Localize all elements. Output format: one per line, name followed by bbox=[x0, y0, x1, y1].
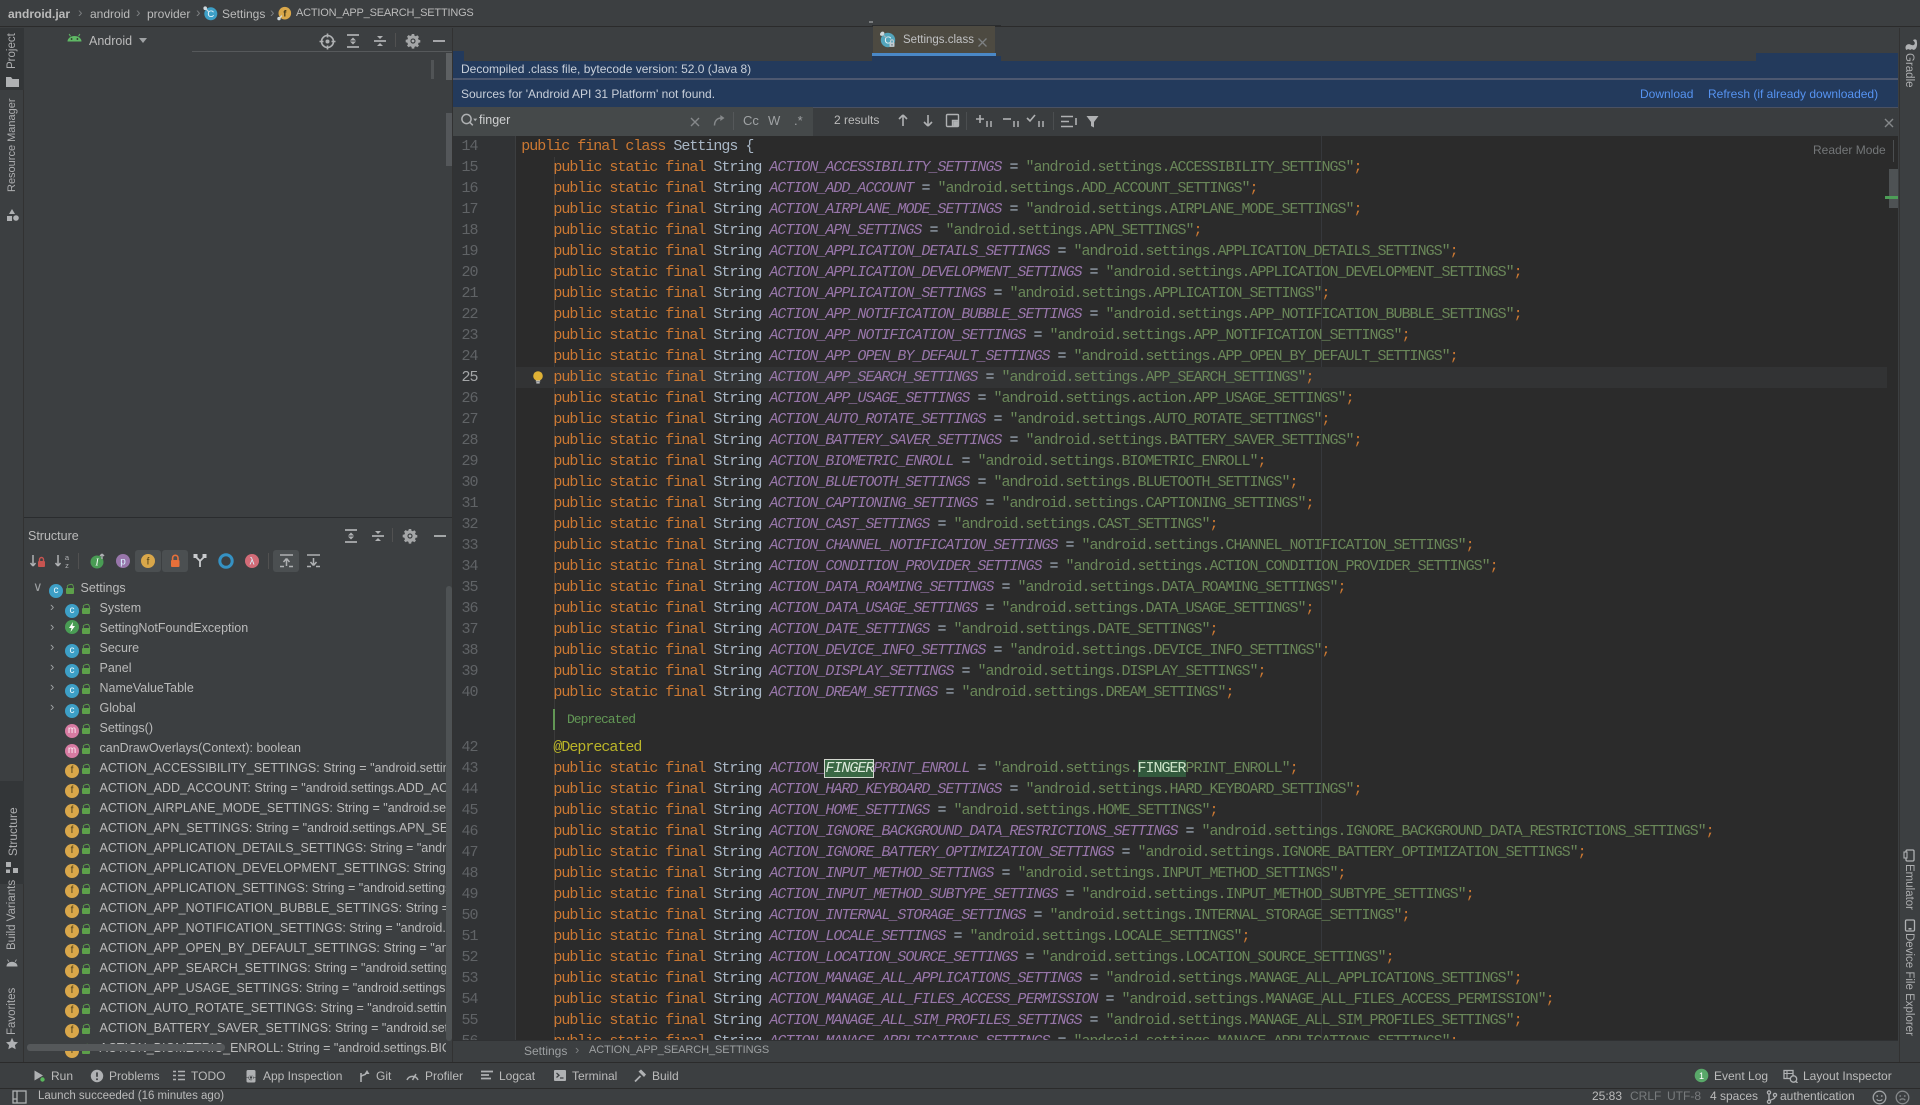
svg-text:1: 1 bbox=[1699, 1071, 1704, 1081]
